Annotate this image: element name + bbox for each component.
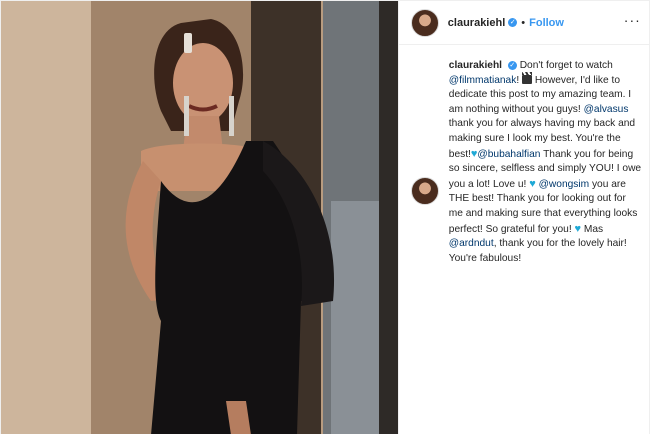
verified-badge-icon: ✓ <box>507 60 517 70</box>
caption-body: Don't forget to watch @filmmatianak! How… <box>449 60 641 264</box>
window-mullion <box>379 1 398 434</box>
hair-clip <box>184 33 192 53</box>
clapperboard-icon <box>521 72 532 85</box>
blue-heart-icon: ♥ <box>529 177 536 190</box>
caption-text: claurakiehl ✓ Don't forget to watch @fil… <box>449 59 643 266</box>
caption-text-segment: Don't forget to watch <box>516 60 613 71</box>
follow-button[interactable]: Follow <box>529 17 564 29</box>
avatar[interactable] <box>410 8 439 37</box>
photo-illustration <box>1 1 398 434</box>
header-separator: • <box>521 16 526 29</box>
left-earring <box>184 96 189 136</box>
right-earring <box>229 96 234 136</box>
caption-username[interactable]: claurakiehl <box>449 60 502 71</box>
caption-avatar[interactable] <box>410 177 439 205</box>
header-username[interactable]: claurakiehl <box>448 17 505 29</box>
caption-comment: claurakiehl ✓ Don't forget to watch @fil… <box>410 59 643 266</box>
caption-text-segment: Mas <box>581 223 604 235</box>
verified-badge-icon: ✓ <box>508 18 518 27</box>
instagram-post: claurakiehl ✓ • Follow ··· claurakiehl ✓… <box>0 0 650 434</box>
mention-link[interactable]: @alvasus <box>584 104 629 115</box>
mention-link[interactable]: @ardndut <box>449 238 494 249</box>
left-wall <box>1 1 91 434</box>
mention-link[interactable]: @filmmatianak <box>449 75 517 86</box>
post-side-panel: claurakiehl ✓ • Follow ··· claurakiehl ✓… <box>397 1 650 434</box>
mention-link[interactable]: @bubahalfian <box>477 149 540 160</box>
post-photo[interactable] <box>1 1 398 434</box>
post-header: claurakiehl ✓ • Follow ··· <box>398 1 650 45</box>
mention-link[interactable]: @wongsim <box>539 179 590 190</box>
more-options-icon[interactable]: ··· <box>624 13 641 27</box>
